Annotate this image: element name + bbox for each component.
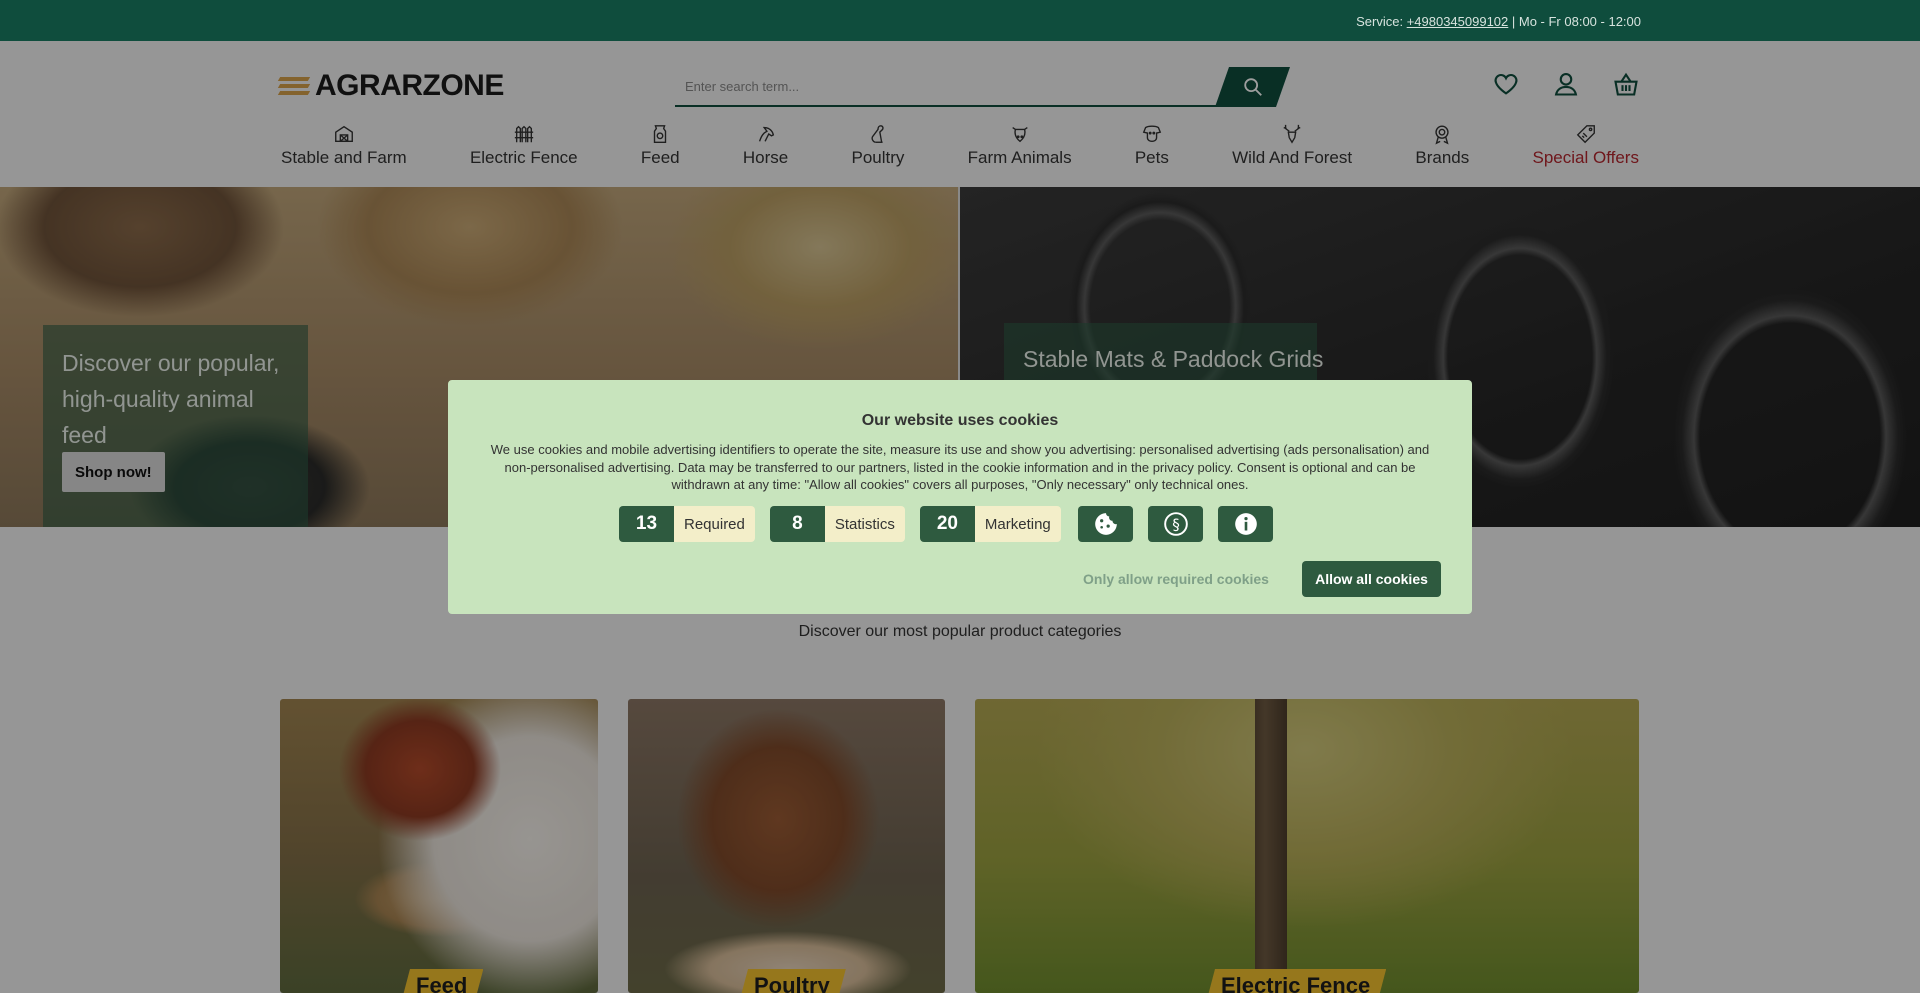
allow-all-cookies-button[interactable]: Allow all cookies <box>1302 561 1441 597</box>
chip-label: Required <box>674 506 755 542</box>
cookie-title: Our website uses cookies <box>861 412 1059 429</box>
service-label: Service: <box>1356 14 1407 29</box>
cookie-details-button[interactable] <box>1078 506 1133 542</box>
chip-count: 8 <box>769 506 825 542</box>
cookie-icon <box>1094 513 1117 535</box>
svg-text:§: § <box>1172 515 1180 533</box>
chip-label: Marketing <box>974 506 1061 542</box>
privacy-policy-button[interactable]: § <box>1148 506 1203 542</box>
service-info: Service: +4980345099102 | Mo - Fr 08:00 … <box>1356 14 1641 29</box>
paragraph-icon: § <box>1163 512 1188 536</box>
only-required-cookies-button[interactable]: Only allow required cookies <box>1083 561 1269 597</box>
cookie-text: We use cookies and mobile advertising id… <box>490 442 1430 492</box>
cookie-chip-required[interactable]: 13 Required <box>619 506 755 542</box>
cookie-chip-marketing[interactable]: 20 Marketing <box>919 506 1061 542</box>
chip-count: 20 <box>919 506 975 542</box>
service-phone-link[interactable]: +4980345099102 <box>1407 14 1509 29</box>
imprint-button[interactable] <box>1218 506 1273 542</box>
chip-count: 13 <box>619 506 674 542</box>
service-hours: | Mo - Fr 08:00 - 12:00 <box>1508 14 1641 29</box>
info-icon <box>1234 513 1257 535</box>
cookie-info-buttons: § <box>1078 506 1273 542</box>
cookie-dialog: Our website uses cookies We use cookies … <box>448 380 1472 614</box>
service-bar: Service: +4980345099102 | Mo - Fr 08:00 … <box>0 0 1920 41</box>
chip-label: Statistics <box>824 506 905 542</box>
cookie-chip-statistics[interactable]: 8 Statistics <box>769 506 905 542</box>
cookie-category-chips: 13 Required 8 Statistics 20 Marketing <box>619 506 1061 542</box>
